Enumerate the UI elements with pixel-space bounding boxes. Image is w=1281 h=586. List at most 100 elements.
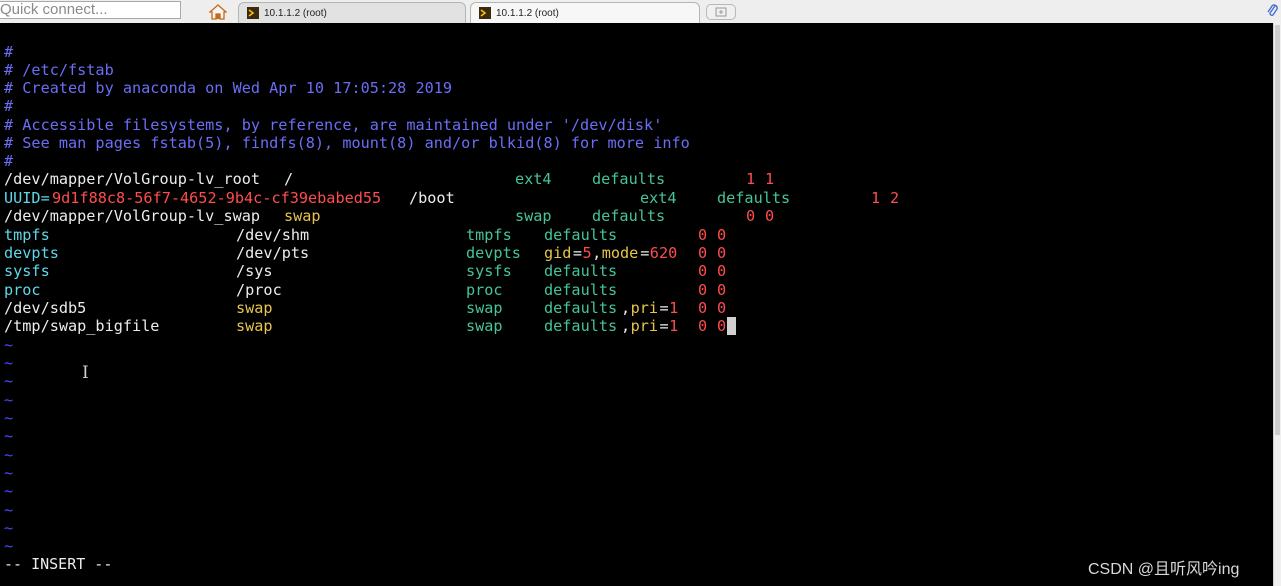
option-separator: , bbox=[592, 244, 602, 262]
paperclip-icon[interactable] bbox=[1267, 3, 1279, 19]
comment-line: # Accessible filesystems, by reference, … bbox=[4, 116, 663, 134]
options: defaults bbox=[544, 226, 618, 244]
fs-type: devpts bbox=[466, 244, 521, 262]
device: /tmp/swap_bigfile bbox=[4, 317, 160, 335]
terminal-editor[interactable]: # # /etc/fstab # Created by anaconda on … bbox=[0, 23, 1273, 586]
tilde-marker: ~ bbox=[4, 427, 14, 445]
tilde-marker: ~ bbox=[4, 464, 14, 482]
device-uuid: 9d1f88c8-56f7-4652-9b4c-cf39ebabed55 bbox=[52, 189, 382, 207]
options: defaults bbox=[544, 299, 618, 317]
options: defaults bbox=[544, 317, 618, 335]
dump: 1 bbox=[746, 170, 756, 188]
options: defaults bbox=[544, 281, 618, 299]
terminal-tab-icon bbox=[247, 7, 259, 19]
fs-type: tmpfs bbox=[466, 226, 512, 244]
option-value: 620 bbox=[649, 244, 678, 262]
tilde-marker: ~ bbox=[4, 537, 14, 555]
option-value: 5 bbox=[582, 244, 592, 262]
mount-point: /sys bbox=[236, 262, 273, 280]
mount-point: swap bbox=[284, 207, 321, 225]
pass: 0 bbox=[717, 299, 727, 317]
tab-label: 10.1.1.2 (root) bbox=[496, 7, 559, 19]
mount-point: /proc bbox=[236, 281, 282, 299]
option-key: gid bbox=[544, 244, 572, 262]
new-tab-icon[interactable] bbox=[706, 4, 736, 20]
tab-session-1[interactable]: 10.1.1.2 (root) bbox=[238, 2, 466, 23]
text-cursor bbox=[727, 317, 736, 335]
option-equals: = bbox=[640, 244, 650, 262]
dump: 0 bbox=[698, 262, 708, 280]
tilde-marker: ~ bbox=[4, 482, 14, 500]
pass: 2 bbox=[890, 189, 900, 207]
options: defaults bbox=[544, 262, 618, 280]
comment-line: # Created by anaconda on Wed Apr 10 17:0… bbox=[4, 79, 453, 97]
option-value: 1 bbox=[669, 317, 679, 335]
dump: 0 bbox=[698, 281, 708, 299]
tilde-marker: ~ bbox=[4, 446, 14, 464]
pass: 0 bbox=[717, 262, 727, 280]
comment-line: # /etc/fstab bbox=[4, 61, 114, 79]
pass: 0 bbox=[717, 226, 727, 244]
dump: 0 bbox=[698, 226, 708, 244]
device: /dev/sdb5 bbox=[4, 299, 87, 317]
fs-type: ext4 bbox=[640, 189, 677, 207]
mount-point: /dev/pts bbox=[236, 244, 310, 262]
option-key: pri bbox=[630, 317, 659, 335]
device: /dev/mapper/VolGroup-lv_root bbox=[4, 170, 261, 188]
terminal-tab-icon bbox=[479, 7, 491, 19]
fs-type: proc bbox=[466, 281, 503, 299]
vim-mode-indicator: -- INSERT -- bbox=[4, 555, 113, 573]
dump: 0 bbox=[746, 207, 756, 225]
tilde-marker: ~ bbox=[4, 336, 14, 354]
mount-point: swap bbox=[236, 317, 273, 335]
tilde-marker: ~ bbox=[4, 354, 14, 372]
tilde-marker: ~ bbox=[4, 372, 14, 390]
dump: 0 bbox=[698, 299, 708, 317]
comment-line: # bbox=[4, 43, 14, 61]
pass: 1 bbox=[765, 170, 775, 188]
fs-type: swap bbox=[466, 317, 503, 335]
comment-line: # bbox=[4, 97, 14, 115]
option-equals: = bbox=[659, 299, 669, 317]
option-value: 1 bbox=[669, 299, 679, 317]
fs-type: swap bbox=[466, 299, 503, 317]
vertical-scrollbar[interactable] bbox=[1273, 23, 1281, 586]
mouse-ibeam-icon: I bbox=[82, 363, 89, 383]
mount-point: swap bbox=[236, 299, 273, 317]
comment-line: # bbox=[4, 152, 14, 170]
pass: 0 bbox=[717, 317, 727, 335]
dump: 1 bbox=[871, 189, 881, 207]
scrollbar-thumb[interactable] bbox=[1275, 25, 1280, 435]
watermark: CSDN @且听风吟ing bbox=[1088, 561, 1240, 578]
fs-type: sysfs bbox=[466, 262, 512, 280]
device: tmpfs bbox=[4, 226, 50, 244]
option-separator: , bbox=[621, 317, 631, 335]
tab-session-2-active[interactable]: 10.1.1.2 (root) bbox=[470, 2, 700, 23]
option-equals: = bbox=[572, 244, 583, 262]
tilde-marker: ~ bbox=[4, 519, 14, 537]
tilde-marker: ~ bbox=[4, 409, 14, 427]
comment-line: # See man pages fstab(5), findfs(8), mou… bbox=[4, 134, 690, 152]
option-key: pri bbox=[630, 299, 659, 317]
home-icon[interactable] bbox=[200, 0, 236, 23]
tab-label: 10.1.1.2 (root) bbox=[264, 7, 327, 19]
session-toolbar: Quick connect... 10.1.1.2 (root) 10.1.1.… bbox=[0, 0, 1281, 24]
pass: 0 bbox=[765, 207, 775, 225]
quick-connect-input[interactable]: Quick connect... bbox=[0, 1, 181, 19]
options: defaults bbox=[717, 189, 791, 207]
option-key: mode bbox=[601, 244, 639, 262]
mount-point: / bbox=[284, 170, 294, 188]
dump: 0 bbox=[698, 244, 708, 262]
options: defaults bbox=[592, 170, 666, 188]
pass: 0 bbox=[717, 281, 727, 299]
option-separator: , bbox=[621, 299, 631, 317]
device-key: UUID= bbox=[4, 189, 50, 207]
fs-type: ext4 bbox=[515, 170, 552, 188]
dump: 0 bbox=[698, 317, 708, 335]
mount-point: /boot bbox=[409, 189, 455, 207]
options: defaults bbox=[592, 207, 666, 225]
tilde-marker: ~ bbox=[4, 391, 14, 409]
pass: 0 bbox=[717, 244, 727, 262]
tilde-marker: ~ bbox=[4, 501, 14, 519]
fs-type: swap bbox=[515, 207, 552, 225]
